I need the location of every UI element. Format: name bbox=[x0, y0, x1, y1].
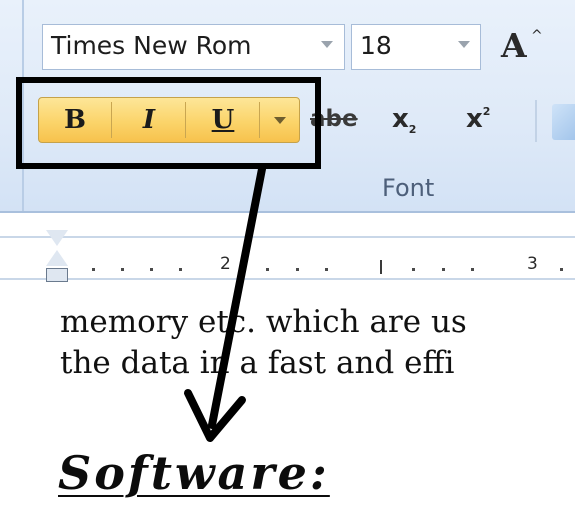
annotation-arrow bbox=[184, 165, 266, 442]
arrow-shaft bbox=[208, 165, 266, 429]
